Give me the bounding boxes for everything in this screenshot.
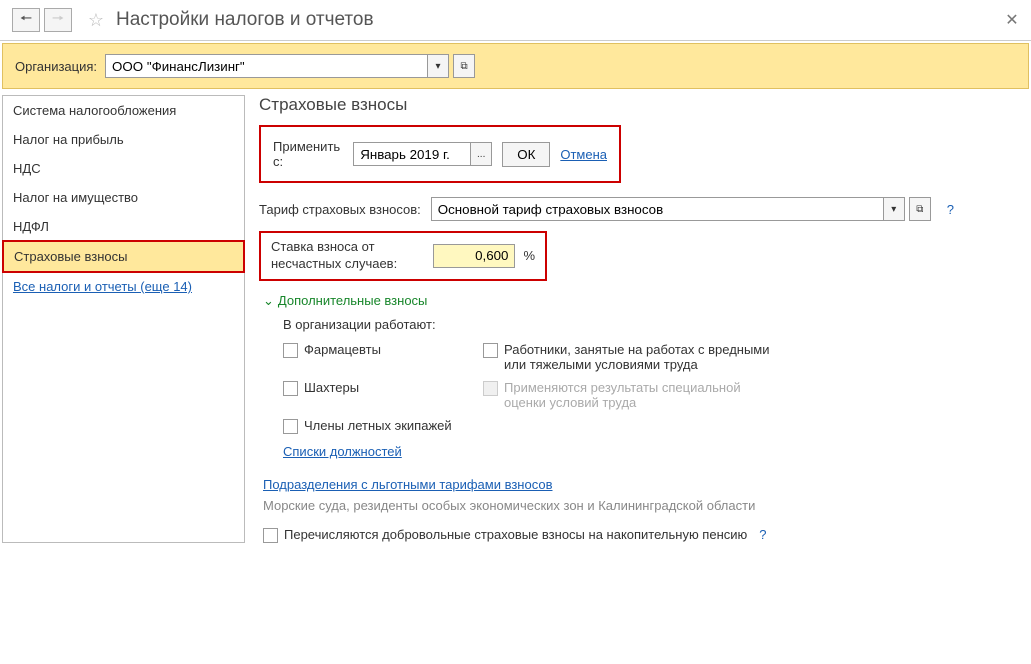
checkbox-voluntary[interactable] [263, 528, 278, 543]
apply-box: Применить с: ... ОК Отмена [259, 125, 621, 183]
tariff-open-button[interactable]: ⧉ [909, 197, 931, 221]
voluntary-help-icon[interactable]: ? [759, 527, 766, 542]
sidebar: Система налогообложения Налог на прибыль… [2, 95, 245, 543]
page-title: Настройки налогов и отчетов [116, 9, 374, 31]
sidebar-item-ndfl[interactable]: НДФЛ [3, 212, 244, 241]
apply-date-input[interactable] [353, 142, 471, 166]
org-dropdown-button[interactable]: ▾ [427, 54, 449, 78]
benefit-desc: Морские суда, резиденты особых экономиче… [263, 498, 1029, 513]
checkbox-miners[interactable] [283, 381, 298, 396]
ok-button[interactable]: ОК [502, 142, 550, 167]
tariff-input[interactable] [431, 197, 884, 221]
close-button[interactable]: ✕ [1003, 10, 1021, 28]
checkbox-pharma[interactable] [283, 343, 298, 358]
rate-box: Ставка взноса от несчастных случаев: % [259, 231, 547, 281]
favorite-button[interactable]: ☆ [84, 8, 108, 32]
org-label: Организация: [15, 59, 97, 74]
org-input[interactable] [105, 54, 428, 78]
org-open-button[interactable]: ⧉ [453, 54, 475, 78]
check-label-pharma: Фармацевты [304, 342, 381, 357]
tariff-help-icon[interactable]: ? [947, 202, 954, 217]
section-title: Страховые взносы [259, 95, 1029, 115]
works-label: В организации работают: [283, 317, 1029, 332]
checkbox-harmful[interactable] [483, 343, 498, 358]
sidebar-item-insurance[interactable]: Страховые взносы [2, 240, 245, 273]
check-label-special: Применяются результаты специальной оценк… [504, 380, 783, 410]
forward-button[interactable]: 🠖 [44, 8, 72, 32]
benefit-divisions-link[interactable]: Подразделения с льготными тарифами взнос… [263, 477, 553, 492]
sidebar-all-taxes-link[interactable]: Все налоги и отчеты (еще 14) [3, 272, 244, 301]
additional-title: Дополнительные взносы [278, 293, 428, 308]
sidebar-item-tax-system[interactable]: Система налогообложения [3, 96, 244, 125]
tariff-label: Тариф страховых взносов: [259, 202, 421, 217]
rate-input[interactable] [433, 244, 515, 268]
rate-label: Ставка взноса от несчастных случаев: [271, 239, 433, 273]
sidebar-item-vat[interactable]: НДС [3, 154, 244, 183]
checkbox-special [483, 381, 498, 396]
apply-label: Применить с: [273, 139, 343, 169]
cancel-link[interactable]: Отмена [560, 147, 607, 162]
sidebar-item-property-tax[interactable]: Налог на имущество [3, 183, 244, 212]
check-label-harmful: Работники, занятые на работах с вредными… [504, 342, 783, 372]
checkbox-flight[interactable] [283, 419, 298, 434]
check-label-miners: Шахтеры [304, 380, 359, 395]
tariff-dropdown-button[interactable]: ▾ [883, 197, 905, 221]
rate-unit: % [523, 248, 535, 263]
sidebar-item-profit-tax[interactable]: Налог на прибыль [3, 125, 244, 154]
apply-date-picker-button[interactable]: ... [470, 142, 492, 166]
positions-list-link[interactable]: Списки должностей [283, 444, 402, 459]
check-label-flight: Члены летных экипажей [304, 418, 452, 433]
additional-expander[interactable]: ⌄ Дополнительные взносы [259, 293, 1029, 309]
back-button[interactable]: 🠔 [12, 8, 40, 32]
chevron-down-icon: ⌄ [263, 293, 274, 309]
voluntary-label: Перечисляются добровольные страховые взн… [284, 527, 747, 542]
